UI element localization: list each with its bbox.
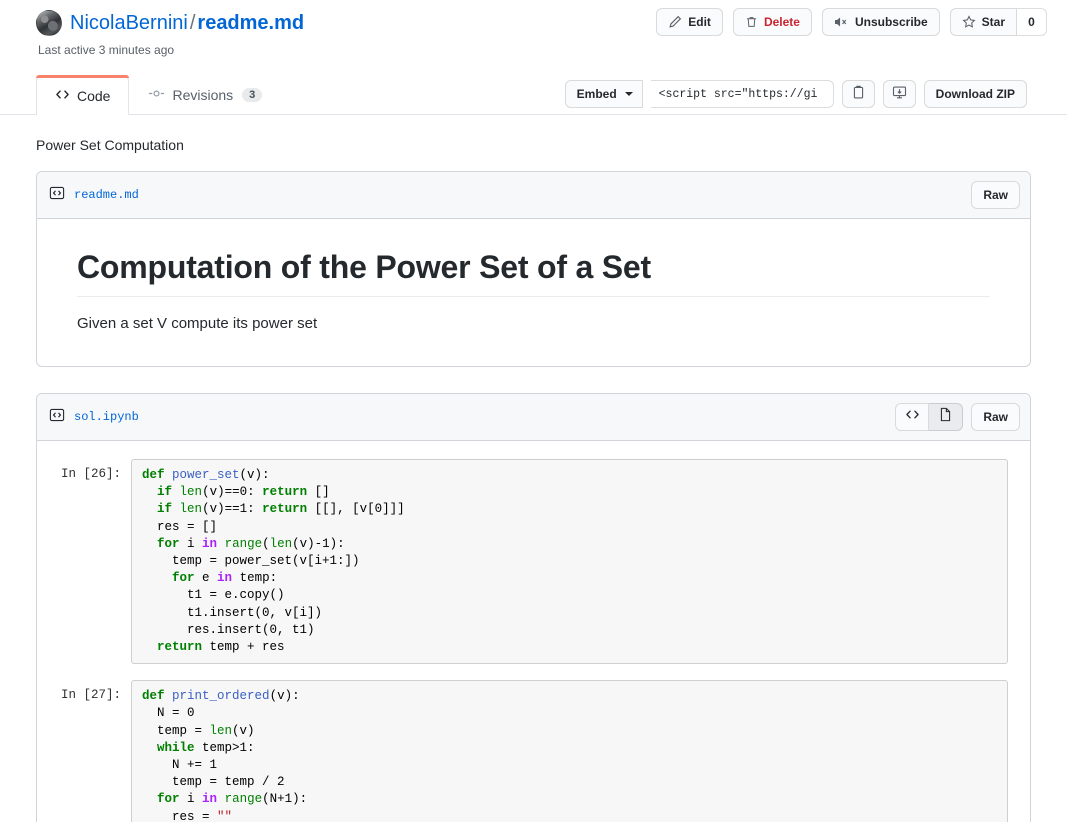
file-header-actions-readme: Raw bbox=[971, 181, 1020, 209]
pencil-icon bbox=[668, 15, 682, 29]
notebook-view-toggle bbox=[895, 403, 964, 431]
header-actions: Edit Delete Unsubscribe Star 0 bbox=[656, 8, 1047, 36]
embed-select[interactable]: Embed bbox=[564, 80, 643, 108]
embed-url-input[interactable] bbox=[650, 80, 834, 108]
code-block: def print_ordered(v): N = 0 temp = len(v… bbox=[142, 689, 308, 822]
raw-button-notebook[interactable]: Raw bbox=[971, 403, 1020, 431]
download-zip-button[interactable]: Download ZIP bbox=[923, 80, 1027, 108]
star-count[interactable]: 0 bbox=[1017, 8, 1047, 36]
star-icon bbox=[962, 15, 976, 29]
title-separator: / bbox=[189, 12, 196, 34]
embed-row: Embed <script src="https://gi Download Z… bbox=[564, 80, 1027, 108]
cell-input[interactable]: def print_ordered(v): N = 0 temp = len(v… bbox=[131, 680, 1008, 822]
file-name-wrap: readme.md bbox=[49, 185, 139, 206]
clipboard-icon bbox=[852, 85, 865, 103]
notebook-cell: In [27]: def print_ordered(v): N = 0 tem… bbox=[37, 680, 1030, 822]
trash-icon bbox=[745, 15, 758, 29]
tab-revisions[interactable]: Revisions 3 bbox=[129, 75, 281, 114]
gist-content: Power Set Computation readme.md Raw Comp… bbox=[0, 115, 1067, 822]
avatar[interactable] bbox=[36, 10, 62, 36]
mute-icon bbox=[834, 15, 849, 29]
tab-code-label: Code bbox=[77, 87, 111, 104]
last-active-text: Last active 3 minutes ago bbox=[38, 43, 175, 57]
gist-page: NicolaBernini / readme.md Last active 3 mi… bbox=[0, 0, 1067, 822]
download-to-desktop-icon bbox=[892, 85, 907, 103]
cell-prompt: In [26]: bbox=[60, 467, 121, 481]
tab-code[interactable]: Code bbox=[36, 75, 130, 115]
file-header-readme: readme.md Raw bbox=[37, 172, 1030, 219]
tab-revisions-label: Revisions bbox=[172, 87, 234, 103]
edit-button[interactable]: Edit bbox=[656, 8, 723, 36]
download-zip-label: Download ZIP bbox=[935, 87, 1015, 101]
code-file-icon bbox=[49, 407, 65, 428]
file-header-notebook: sol.ipynb Raw bbox=[37, 394, 1030, 441]
file-box-notebook: sol.ipynb Raw In [26]: def power_set(v):… bbox=[36, 393, 1031, 822]
revisions-count: 3 bbox=[242, 88, 263, 102]
view-source-button[interactable] bbox=[895, 403, 930, 431]
delete-button[interactable]: Delete bbox=[732, 8, 812, 36]
gist-tabs: Code Revisions 3 bbox=[36, 75, 281, 115]
markdown-heading: Computation of the Power Set of a Set bbox=[77, 249, 990, 297]
notebook-body: In [26]: def power_set(v): if len(v)==0:… bbox=[37, 441, 1030, 822]
gist-owner-link[interactable]: NicolaBernini bbox=[70, 12, 188, 34]
cell-prompt: In [27]: bbox=[60, 688, 121, 703]
gist-description: Power Set Computation bbox=[36, 137, 184, 153]
git-commit-icon bbox=[148, 87, 165, 103]
gist-filename-link[interactable]: readme.md bbox=[197, 12, 304, 34]
file-header-actions-notebook: Raw bbox=[895, 403, 1020, 431]
edit-button-label: Edit bbox=[688, 15, 711, 29]
delete-button-label: Delete bbox=[763, 15, 800, 29]
unsubscribe-button-label: Unsubscribe bbox=[854, 15, 928, 29]
code-file-icon bbox=[49, 185, 65, 206]
markdown-paragraph: Given a set V compute its power set bbox=[77, 315, 318, 332]
tabs-row: Code Revisions 3 Embed <script src="http… bbox=[36, 74, 1047, 115]
angle-brackets-icon bbox=[905, 408, 920, 426]
code-block: def power_set(v): if len(v)==0: return [… bbox=[142, 468, 405, 655]
view-rendered-button[interactable] bbox=[929, 403, 964, 431]
file-name-wrap: sol.ipynb bbox=[49, 407, 139, 428]
star-button-group: Star 0 bbox=[949, 8, 1047, 36]
embed-select-label: Embed bbox=[576, 87, 617, 101]
unsubscribe-button[interactable]: Unsubscribe bbox=[821, 8, 940, 36]
notebook-cell: In [26]: def power_set(v): if len(v)==0:… bbox=[37, 459, 1030, 680]
file-box-readme: readme.md Raw Computation of the Power S… bbox=[36, 171, 1031, 367]
copy-embed-button[interactable] bbox=[841, 80, 875, 108]
markdown-body-readme: Computation of the Power Set of a Set Gi… bbox=[37, 219, 1030, 366]
page-title: NicolaBernini / readme.md bbox=[70, 11, 304, 35]
open-in-desktop-button[interactable] bbox=[882, 80, 916, 108]
cell-input[interactable]: def power_set(v): if len(v)==0: return [… bbox=[131, 459, 1008, 665]
file-name-readme[interactable]: readme.md bbox=[74, 188, 139, 202]
raw-button-readme[interactable]: Raw bbox=[971, 181, 1020, 209]
code-icon bbox=[55, 88, 70, 104]
file-name-notebook[interactable]: sol.ipynb bbox=[74, 410, 139, 424]
star-button[interactable]: Star bbox=[949, 8, 1017, 36]
chevron-down-icon bbox=[624, 92, 633, 96]
star-button-label: Star bbox=[981, 15, 1005, 29]
gist-header: NicolaBernini / readme.md Last active 3 mi… bbox=[0, 0, 1067, 115]
file-page-icon bbox=[939, 407, 952, 427]
